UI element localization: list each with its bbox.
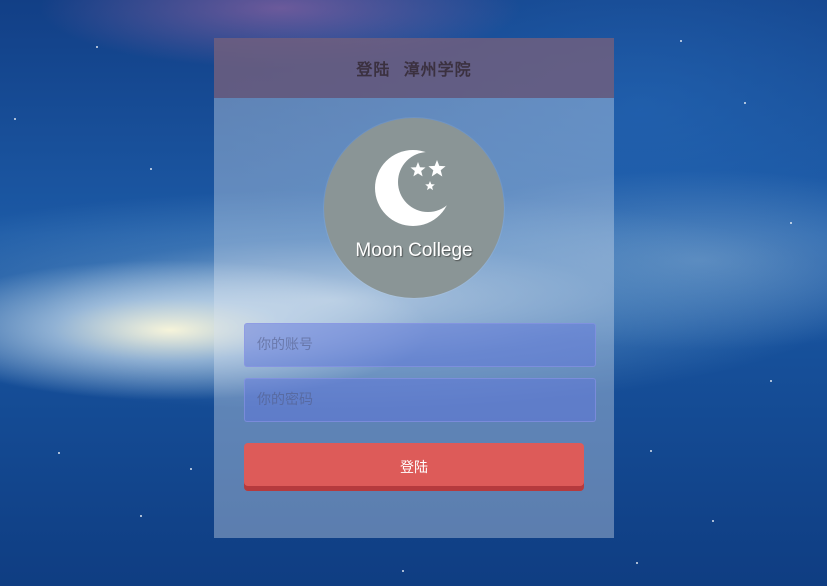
login-header: 登陆 漳州学院: [214, 38, 614, 98]
background-star: [140, 515, 142, 517]
background-star: [402, 570, 404, 572]
moon-stars-icon: [375, 150, 451, 226]
background-star: [790, 222, 792, 224]
college-logo: Moon College: [324, 118, 504, 298]
background-star: [712, 520, 714, 522]
password-input[interactable]: [244, 378, 596, 422]
background-star: [680, 40, 682, 42]
background-star: [58, 452, 60, 454]
background-star: [650, 450, 652, 452]
background-star: [190, 468, 192, 470]
login-button[interactable]: 登陆: [244, 443, 584, 491]
background-star: [770, 380, 772, 382]
background-star: [150, 168, 152, 170]
username-input[interactable]: [244, 323, 596, 367]
background-star: [96, 46, 98, 48]
logo-text: Moon College: [355, 240, 473, 261]
background-star: [636, 562, 638, 564]
login-panel: 登陆 漳州学院 Moon College 登陆: [214, 38, 614, 538]
login-title: 登陆 漳州学院: [356, 60, 472, 79]
background-star: [14, 118, 16, 120]
background-star: [744, 102, 746, 104]
